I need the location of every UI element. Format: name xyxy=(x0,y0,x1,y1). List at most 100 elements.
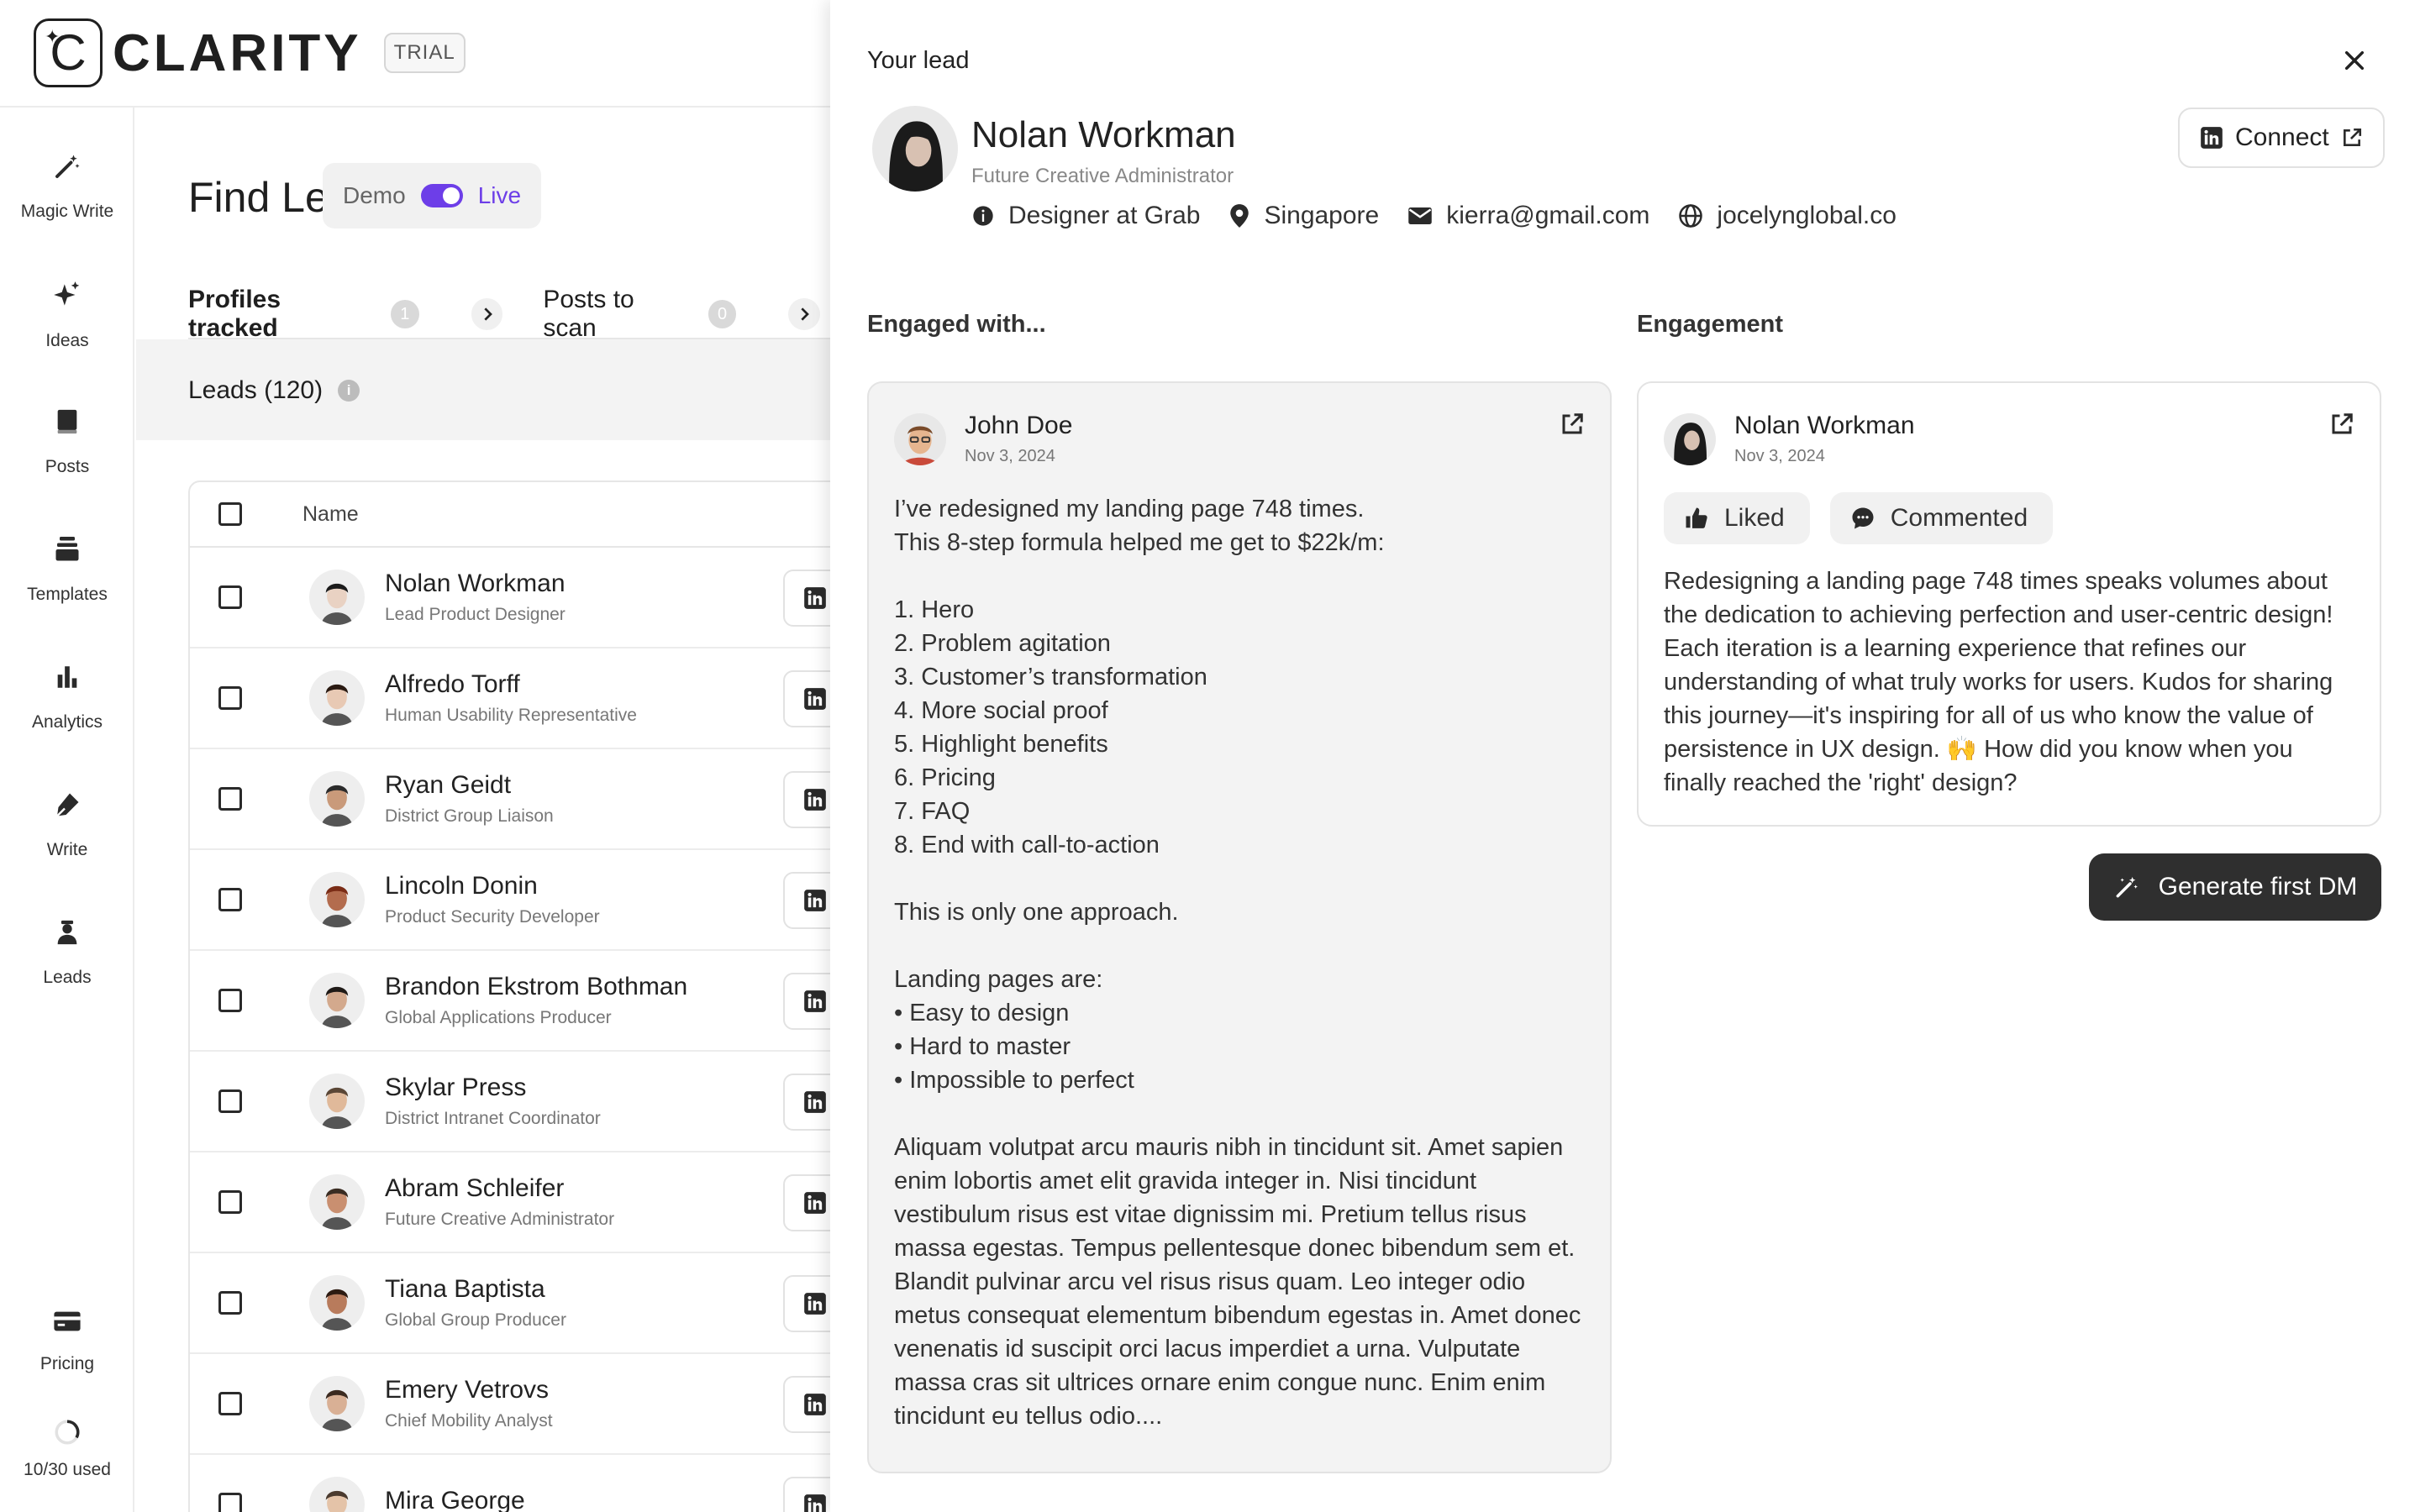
connect-button[interactable]: Connect xyxy=(2178,108,2385,168)
linkedin-icon xyxy=(804,1494,826,1512)
select-all-checkbox[interactable] xyxy=(218,502,242,526)
lead-row-name[interactable]: Abram Schleifer xyxy=(385,1174,614,1203)
linkedin-button[interactable] xyxy=(783,1477,832,1512)
liked-chip: Liked xyxy=(1664,492,1810,544)
lead-email-text: kierra@gmail.com xyxy=(1446,202,1650,229)
engagement-author-name: Nolan Workman xyxy=(1734,412,1915,439)
sparkles-icon xyxy=(51,279,83,311)
comment-icon xyxy=(1850,506,1876,531)
table-row[interactable]: Abram Schleifer Future Creative Administr… xyxy=(190,1152,832,1253)
table-row[interactable]: Mira George xyxy=(190,1455,832,1512)
tab-profiles-tracked[interactable]: Profiles tracked 1 xyxy=(188,286,503,343)
linkedin-button[interactable] xyxy=(783,973,832,1030)
tab-posts-to-scan[interactable]: Posts to scan 0 xyxy=(543,286,820,343)
table-row[interactable]: Ryan Geidt District Group Liaison xyxy=(190,749,832,850)
linkedin-button[interactable] xyxy=(783,670,832,727)
sidebar-item-leads[interactable]: Leads xyxy=(0,917,134,988)
lead-row-role: Product Security Developer xyxy=(385,907,600,927)
lead-row-name[interactable]: Nolan Workman xyxy=(385,570,566,598)
linkedin-button[interactable] xyxy=(783,771,832,828)
info-icon[interactable]: i xyxy=(338,380,360,402)
mail-icon xyxy=(1407,206,1433,226)
lead-row-name[interactable]: Ryan Geidt xyxy=(385,771,554,800)
top-bar: ✦ C CLARITY TRIAL xyxy=(0,0,832,108)
post-author-avatar xyxy=(894,412,946,465)
lead-name: Nolan Workman xyxy=(971,114,1236,155)
row-checkbox[interactable] xyxy=(218,1190,242,1214)
table-row[interactable]: Lincoln Donin Product Security Developer xyxy=(190,850,832,951)
linkedin-button[interactable] xyxy=(783,872,832,929)
location-pin-icon xyxy=(1228,203,1250,228)
row-checkbox[interactable] xyxy=(218,1493,242,1512)
lead-row-name[interactable]: Brandon Ekstrom Bothman xyxy=(385,973,687,1001)
lead-row-name[interactable]: Lincoln Donin xyxy=(385,872,600,900)
chevron-right-icon[interactable] xyxy=(788,298,820,330)
name-column-header[interactable]: Name xyxy=(302,502,359,527)
table-row[interactable]: Emery Vetrovs Chief Mobility Analyst xyxy=(190,1354,832,1455)
lead-location: Singapore xyxy=(1228,202,1379,230)
linkedin-icon xyxy=(804,1293,826,1315)
lead-row-name[interactable]: Alfredo Torff xyxy=(385,670,637,699)
table-row[interactable]: Brandon Ekstrom Bothman Global Applicatio… xyxy=(190,951,832,1052)
lead-website[interactable]: jocelynglobal.co xyxy=(1678,202,1897,230)
sidebar-item-analytics[interactable]: Analytics xyxy=(0,662,134,732)
sidebar-item-ideas[interactable]: Ideas xyxy=(0,279,134,351)
engagement-author: Nolan Workman Nov 3, 2024 xyxy=(1664,412,1915,466)
lead-row-name[interactable]: Skylar Press xyxy=(385,1074,601,1102)
linkedin-button[interactable] xyxy=(783,1174,832,1231)
linkedin-button[interactable] xyxy=(783,1074,832,1131)
row-checkbox[interactable] xyxy=(218,1291,242,1315)
row-checkbox[interactable] xyxy=(218,1089,242,1113)
table-row[interactable]: Skylar Press District Intranet Coordinato… xyxy=(190,1052,832,1152)
external-link-icon[interactable] xyxy=(2329,412,2354,437)
row-checkbox[interactable] xyxy=(218,1392,242,1415)
usage-ring-icon xyxy=(53,1418,82,1446)
close-icon[interactable] xyxy=(2341,47,2368,74)
table-row[interactable]: Nolan Workman Lead Product Designer xyxy=(190,548,832,648)
sidebar-item-posts[interactable]: Posts xyxy=(0,407,134,477)
generate-dm-button[interactable]: Generate first DM xyxy=(2089,853,2381,921)
row-checkbox[interactable] xyxy=(218,787,242,811)
demo-label: Demo xyxy=(343,182,406,208)
post-author-name: John Doe xyxy=(965,412,1073,439)
sidebar-item-magic-write[interactable]: Magic Write xyxy=(0,151,134,222)
lead-row-name[interactable]: Emery Vetrovs xyxy=(385,1376,553,1404)
row-checkbox[interactable] xyxy=(218,686,242,710)
lead-role: Future Creative Administrator xyxy=(971,165,1234,187)
lead-avatar xyxy=(872,106,958,192)
sidebar-item-pricing[interactable]: Pricing xyxy=(0,1309,134,1374)
lead-identity: Brandon Ekstrom Bothman Global Applicatio… xyxy=(385,973,687,1028)
row-checkbox[interactable] xyxy=(218,585,242,609)
row-checkbox[interactable] xyxy=(218,888,242,911)
linkedin-icon xyxy=(804,1192,826,1214)
lead-email[interactable]: kierra@gmail.com xyxy=(1407,202,1649,230)
commented-chip: Commented xyxy=(1829,492,2054,544)
linkedin-button[interactable] xyxy=(783,570,832,627)
clarity-logo[interactable]: ✦ C xyxy=(34,18,103,87)
main-content: Find Leads Demo Live Profiles tracked 1 … xyxy=(136,108,832,1512)
person-icon xyxy=(53,917,82,948)
demo-live-toggle[interactable]: Demo Live xyxy=(323,163,542,228)
linkedin-icon xyxy=(804,789,826,811)
sidebar-item-write[interactable]: Write xyxy=(0,790,134,860)
table-row[interactable]: Tiana Baptista Global Group Producer xyxy=(190,1253,832,1354)
tab-label: Profiles tracked xyxy=(188,286,281,342)
table-row[interactable]: Alfredo Torff Human Usability Representat… xyxy=(190,648,832,749)
post-scrollbar[interactable] xyxy=(1610,1005,1612,1095)
lead-row-name[interactable]: Mira George xyxy=(385,1487,525,1512)
external-link-icon[interactable] xyxy=(1560,412,1585,437)
generate-dm-label: Generate first DM xyxy=(2158,873,2358,900)
lead-identity: Lincoln Donin Product Security Developer xyxy=(385,872,600,927)
avatar xyxy=(309,771,365,827)
sidebar-item-templates[interactable]: Templates xyxy=(0,534,134,605)
lead-row-name[interactable]: Tiana Baptista xyxy=(385,1275,566,1304)
linkedin-icon xyxy=(804,990,826,1012)
mode-switch[interactable] xyxy=(420,184,463,207)
linkedin-button[interactable] xyxy=(783,1376,832,1433)
chevron-right-icon[interactable] xyxy=(471,298,503,330)
linkedin-button[interactable] xyxy=(783,1275,832,1332)
tab-bar: Profiles tracked 1 Posts to scan 0 xyxy=(188,286,832,343)
row-checkbox[interactable] xyxy=(218,989,242,1012)
avatar xyxy=(309,1074,365,1129)
lead-identity: Alfredo Torff Human Usability Representat… xyxy=(385,670,637,726)
